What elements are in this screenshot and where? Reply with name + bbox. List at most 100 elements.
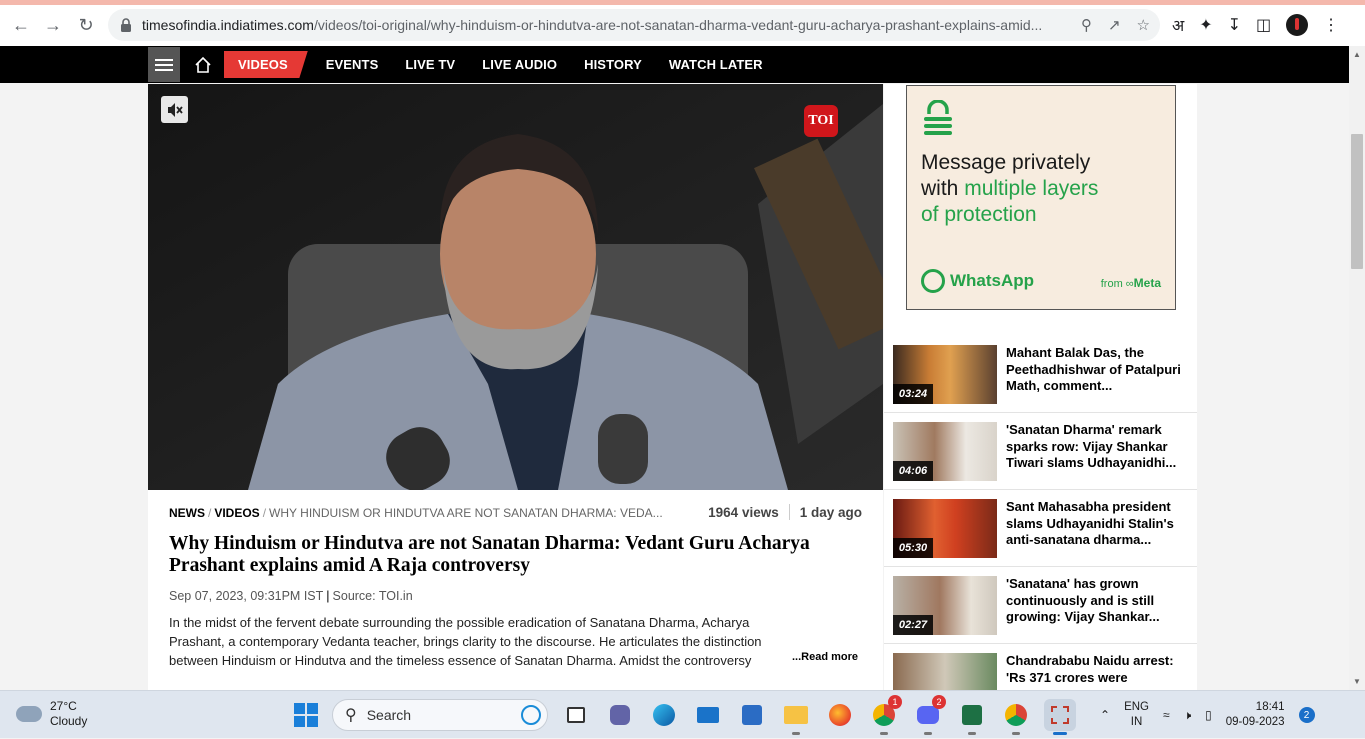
share-icon[interactable]: ↗ — [1108, 16, 1121, 34]
zoom-search-icon[interactable]: ⚲ — [1081, 16, 1092, 34]
video-source: Source: TOI.in — [332, 589, 413, 603]
search-icon: ⚲ — [345, 707, 357, 724]
notification-badge[interactable]: 2 — [1298, 707, 1315, 723]
discord-badge: 2 — [932, 695, 946, 709]
windows-taskbar: 27°C Cloudy ⚲ Search 1 2 ⌃ ENG IN ≈ 🕨 ▯ … — [0, 690, 1365, 738]
related-video-title[interactable]: 'Sanatan Dharma' remark sparks row: Vija… — [1006, 422, 1191, 472]
related-video-title[interactable]: Sant Mahasabha president slams Udhayanid… — [1006, 499, 1191, 549]
nav-item-videos[interactable]: VIDEOS — [224, 51, 308, 78]
toi-logo: TOI — [804, 105, 838, 137]
breadcrumb-videos[interactable]: VIDEOS — [214, 506, 259, 520]
ad-headline: Message privately with multiple layers o… — [921, 150, 1161, 228]
video-thumbnail[interactable]: 05:30 — [893, 499, 997, 558]
breadcrumb: NEWS / VIDEOS / WHY HINDUISM OR HINDUTVA ARE… — [169, 506, 663, 520]
lock-icon — [120, 18, 132, 32]
firefox-icon[interactable] — [824, 699, 856, 731]
related-video-item[interactable]: 02:27 'Sanatana' has grown continuously … — [884, 567, 1197, 644]
related-video-item[interactable]: 04:06 'Sanatan Dharma' remark sparks row… — [884, 413, 1197, 490]
page-scrollbar[interactable]: ▲ ▼ — [1349, 46, 1365, 690]
video-title: Why Hinduism or Hindutva are not Sanatan… — [169, 533, 810, 576]
system-tray: ⌃ ENG IN ≈ 🕨 ▯ 18:41 09-09-2023 2 — [1100, 691, 1315, 739]
video-thumbnail[interactable]: 03:24 — [893, 345, 997, 404]
task-view-icon[interactable] — [560, 699, 592, 731]
whatsapp-logo: WhatsApp — [921, 269, 1034, 293]
ad-line: Message privately — [921, 151, 1091, 174]
browser-toolbar: ← → ↻ timesofindia.indiatimes.com/videos… — [0, 5, 1365, 46]
related-video-item[interactable]: 05:30 Sant Mahasabha president slams Udh… — [884, 490, 1197, 567]
download-icon[interactable]: ↧ — [1228, 15, 1241, 35]
side-panel-icon[interactable]: ◫ — [1256, 15, 1271, 35]
mute-icon[interactable] — [161, 96, 188, 123]
meta-attribution: from ∞Meta — [1100, 276, 1161, 290]
scroll-thumb[interactable] — [1351, 134, 1363, 269]
web-page: VIDEOS EVENTS LIVE TV LIVE AUDIO HISTORY… — [0, 46, 1349, 690]
breadcrumb-news[interactable]: NEWS — [169, 506, 205, 520]
translate-icon[interactable]: अ — [1172, 14, 1184, 36]
volume-muted-icon[interactable]: 🕨 — [1184, 708, 1192, 723]
discord-icon[interactable]: 2 — [912, 695, 946, 735]
temperature: 27°C — [50, 699, 77, 713]
nav-item-history[interactable]: HISTORY — [584, 57, 642, 72]
bing-icon[interactable] — [521, 705, 541, 725]
nav-menu: VIDEOS EVENTS LIVE TV LIVE AUDIO HISTORY… — [224, 46, 790, 83]
home-icon[interactable] — [193, 55, 213, 75]
description-line: In the midst of the fervent debate surro… — [169, 615, 750, 630]
back-icon[interactable]: ← — [5, 9, 37, 41]
site-navbar: VIDEOS EVENTS LIVE TV LIVE AUDIO HISTORY… — [0, 46, 1349, 83]
video-description: In the midst of the fervent debate surro… — [169, 613, 839, 670]
video-stats: 1964 views 1 day ago — [708, 504, 862, 520]
reload-icon[interactable]: ↻ — [70, 9, 102, 41]
video-player[interactable]: TOI — [148, 84, 883, 490]
related-video-title[interactable]: 'Sanatana' has grown continuously and is… — [1006, 576, 1191, 626]
mail-icon[interactable] — [692, 699, 724, 731]
read-more-link[interactable]: ...Read more — [787, 651, 858, 663]
address-bar[interactable]: timesofindia.indiatimes.com/videos/toi-o… — [108, 9, 1160, 41]
start-windows-icon[interactable] — [294, 703, 318, 727]
edge-icon[interactable] — [648, 699, 680, 731]
nav-item-live-tv[interactable]: LIVE TV — [405, 57, 455, 72]
weather-widget[interactable]: 27°C Cloudy — [16, 699, 87, 729]
wifi-icon[interactable]: ≈ — [1163, 708, 1170, 722]
video-thumbnail[interactable]: 02:27 — [893, 576, 997, 635]
ad-line-highlight: of protection — [921, 203, 1037, 226]
video-duration: 05:30 — [893, 538, 933, 558]
chrome-menu-icon[interactable]: ⋮ — [1323, 15, 1339, 35]
chevron-up-icon[interactable]: ⌃ — [1100, 708, 1110, 722]
clock[interactable]: 18:41 09-09-2023 — [1226, 700, 1285, 730]
teams-chat-icon[interactable] — [604, 699, 636, 731]
snipping-tool-icon[interactable] — [1044, 699, 1076, 735]
file-explorer-icon[interactable] — [780, 699, 812, 735]
video-thumbnail[interactable]: 04:06 — [893, 422, 997, 481]
video-thumbnail[interactable] — [893, 653, 997, 690]
bookmark-star-icon[interactable]: ☆ — [1137, 16, 1150, 34]
video-frame-image — [148, 84, 883, 490]
nav-item-watch-later[interactable]: WATCH LATER — [669, 57, 763, 72]
chrome-icon[interactable]: 1 — [868, 695, 902, 735]
scroll-down-arrow-icon[interactable]: ▼ — [1353, 677, 1361, 686]
excel-icon[interactable] — [956, 699, 988, 735]
profile-avatar[interactable] — [1286, 14, 1309, 36]
extensions-puzzle-icon[interactable]: ✦ — [1199, 15, 1212, 35]
url-host: timesofindia.indiatimes.com — [142, 17, 314, 33]
related-video-title[interactable]: Chandrababu Naidu arrest: 'Rs 371 crores… — [1006, 653, 1191, 686]
battery-icon[interactable]: ▯ — [1205, 708, 1212, 722]
clock-date: 09-09-2023 — [1225, 716, 1285, 728]
publish-age: 1 day ago — [799, 504, 862, 520]
hamburger-menu-icon[interactable] — [148, 47, 180, 82]
video-meta: Sep 07, 2023, 09:31PM IST | Source: TOI.in — [169, 589, 413, 603]
forward-icon[interactable]: → — [37, 9, 69, 41]
video-duration: 02:27 — [893, 615, 933, 635]
whatsapp-ad[interactable]: Message privately with multiple layers o… — [906, 85, 1176, 310]
store-icon[interactable] — [736, 699, 768, 731]
chrome-profile-icon[interactable] — [1000, 699, 1032, 735]
related-video-title[interactable]: Mahant Balak Das, the Peethadhishwar of … — [1006, 345, 1191, 395]
language-indicator[interactable]: ENG IN — [1124, 700, 1149, 730]
related-video-item[interactable]: Chandrababu Naidu arrest: 'Rs 371 crores… — [884, 644, 1197, 690]
taskbar-search[interactable]: ⚲ Search — [332, 699, 548, 731]
view-count: 1964 views — [708, 504, 779, 520]
related-video-item[interactable]: 03:24 Mahant Balak Das, the Peethadhishw… — [884, 336, 1197, 413]
nav-item-events[interactable]: EVENTS — [326, 57, 379, 72]
nav-item-live-audio[interactable]: LIVE AUDIO — [482, 57, 557, 72]
sidebar: Message privately with multiple layers o… — [884, 84, 1197, 690]
scroll-up-arrow-icon[interactable]: ▲ — [1353, 50, 1361, 59]
